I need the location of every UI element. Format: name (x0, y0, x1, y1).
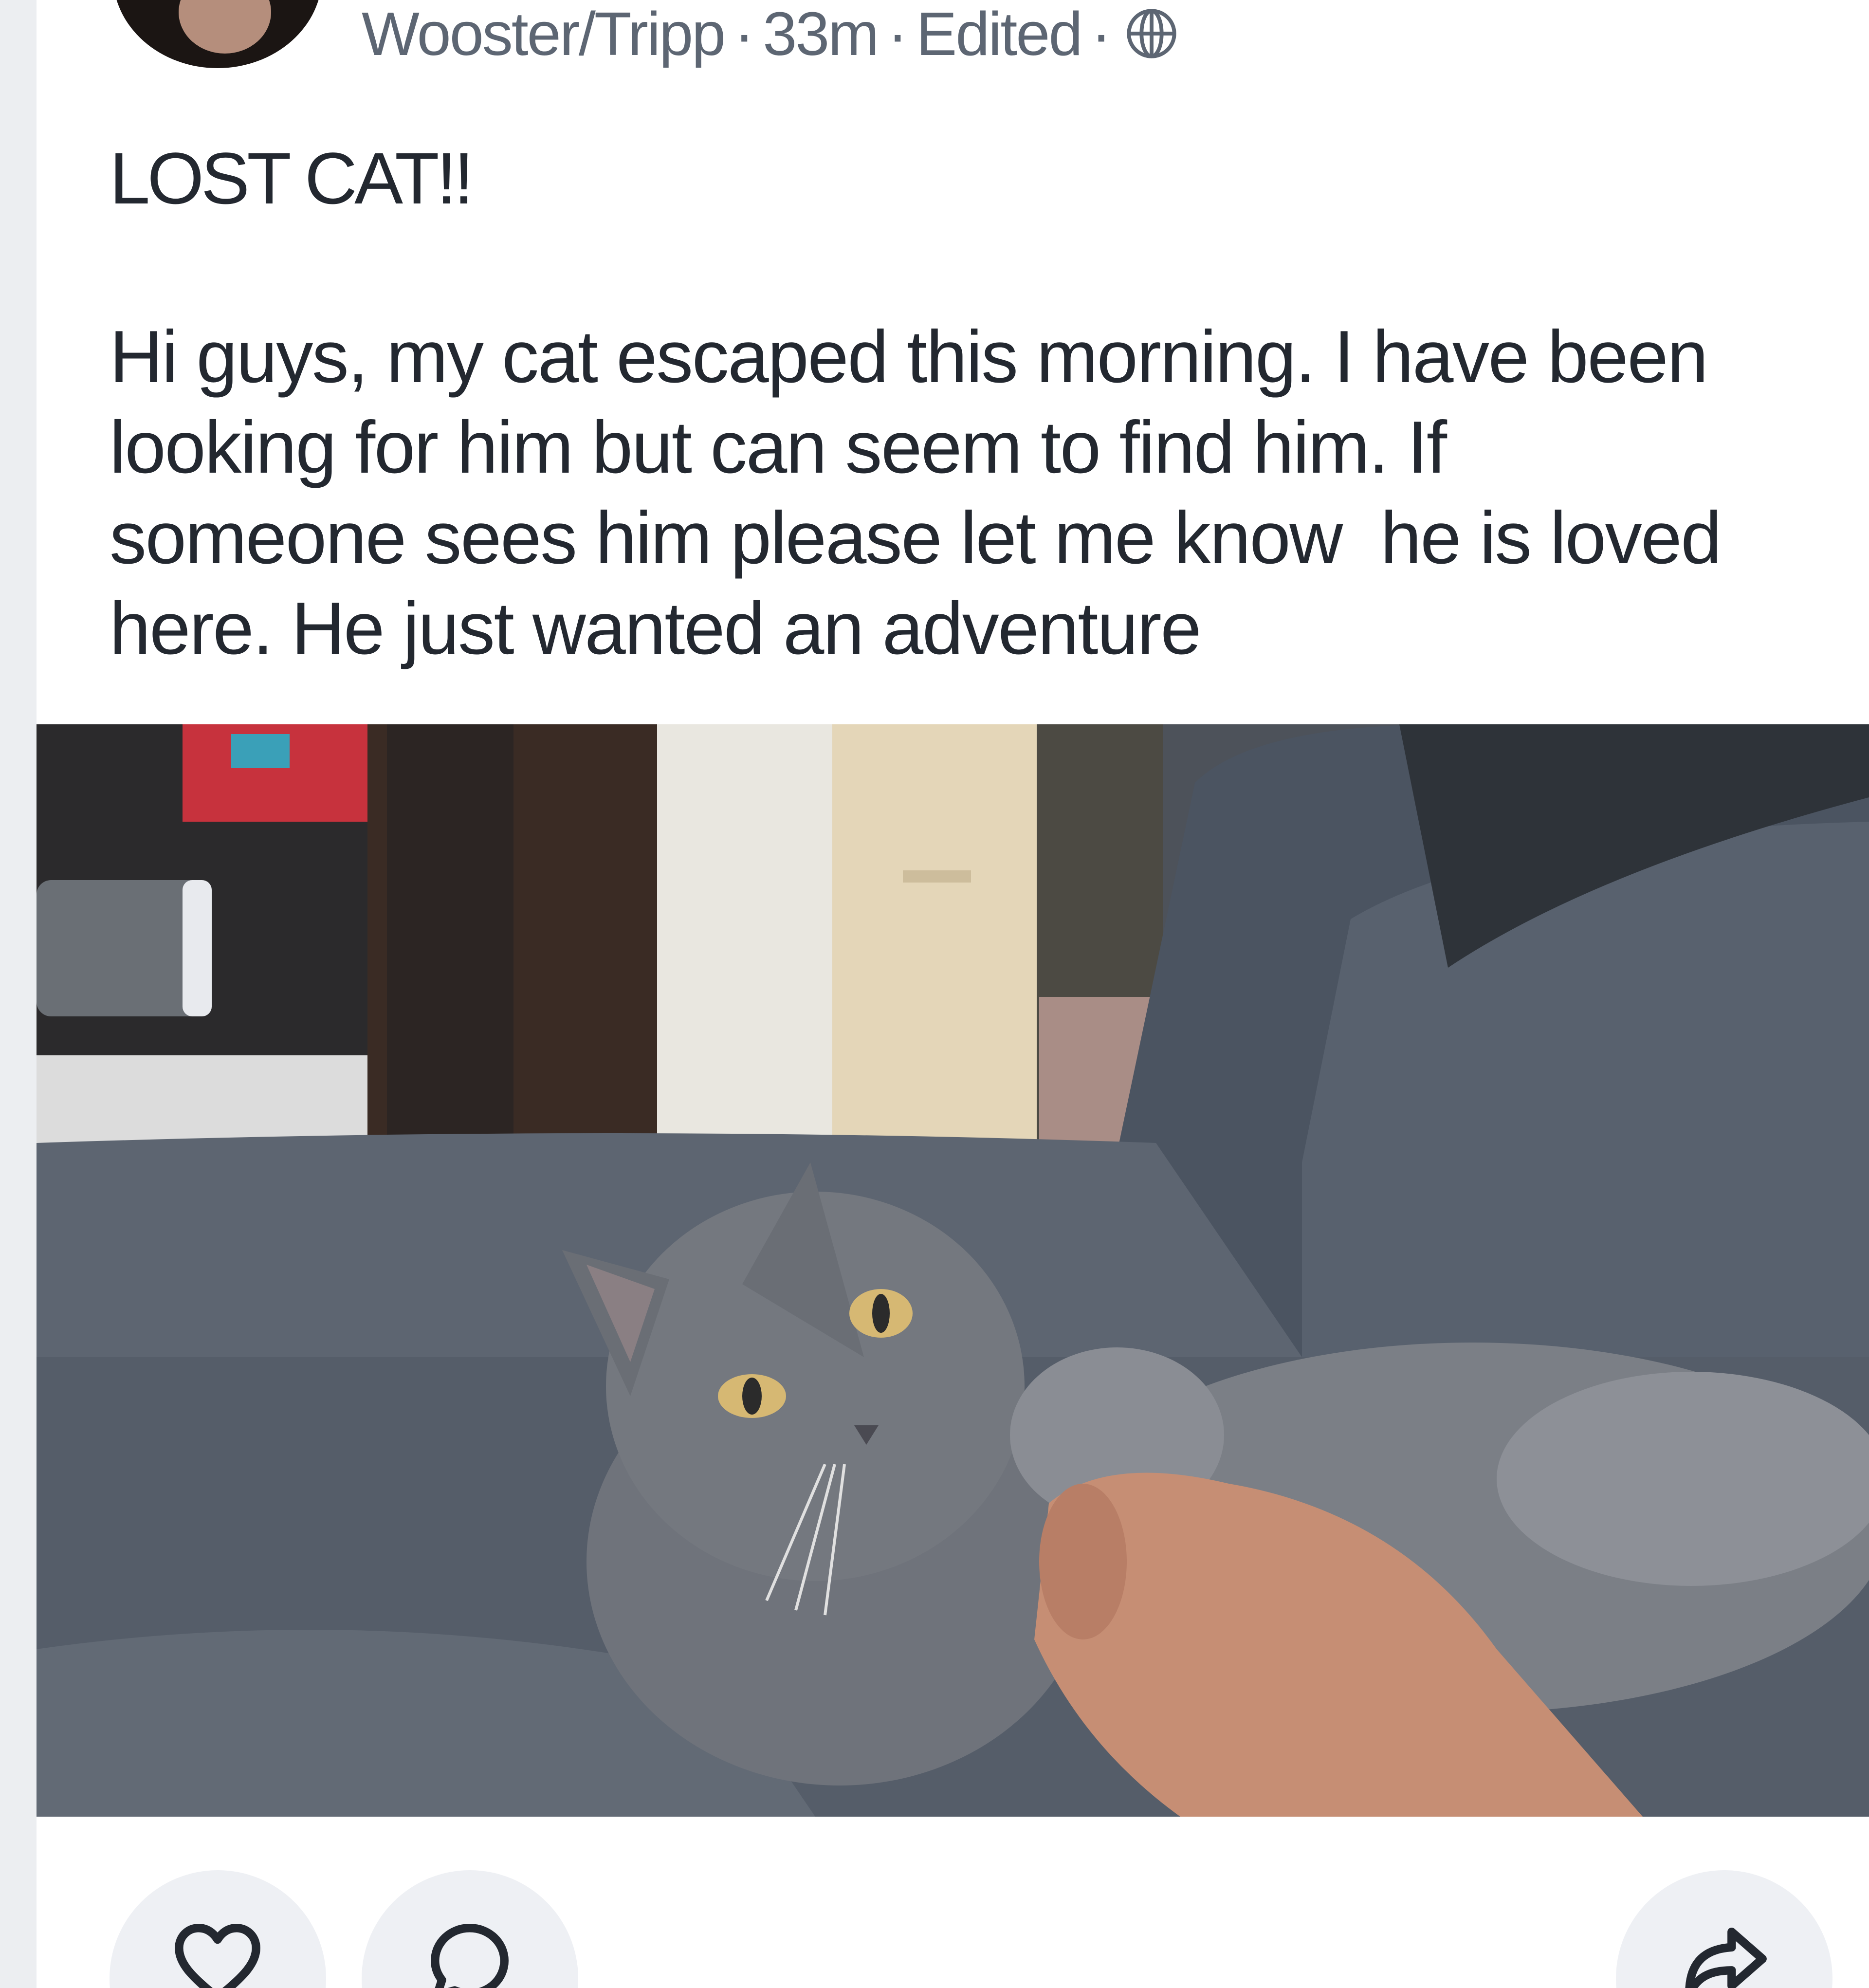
post-body-line: Hi guys, my cat escaped this morning. I … (110, 315, 1708, 398)
post-body-line: someone sees him please let me know he i… (110, 497, 1722, 579)
post-title: LOST CAT!! (110, 137, 474, 219)
like-button[interactable] (110, 1870, 326, 1988)
heart-icon (175, 1924, 260, 1988)
post-meta: Wooster/Tripp · 33m · Edited · (362, 0, 1180, 68)
meta-separator: · (734, 0, 754, 68)
post-body-line: here. He just wanted an adventure (110, 587, 1202, 670)
meta-separator: · (887, 0, 908, 68)
globe-icon (1123, 5, 1180, 62)
comment-icon (431, 1924, 509, 1988)
share-icon (1685, 1927, 1767, 1988)
meta-separator: · (1091, 0, 1112, 68)
post-body-line: looking for him but can seem to find him… (110, 406, 1447, 489)
avatar-face (179, 0, 271, 54)
avatar[interactable] (113, 0, 322, 68)
author-location[interactable]: Wooster/Tripp (362, 0, 726, 69)
share-button[interactable] (1616, 1870, 1832, 1988)
post-card: Wooster/Tripp · 33m · Edited · LOST CAT!… (37, 0, 1869, 1988)
comment-button[interactable] (362, 1870, 578, 1988)
post-body: Hi guys, my cat escaped this morning. I … (110, 312, 1842, 674)
edited-label: Edited (916, 0, 1082, 68)
post-time[interactable]: 33m (763, 0, 879, 69)
post-photo[interactable] (37, 724, 1869, 1817)
